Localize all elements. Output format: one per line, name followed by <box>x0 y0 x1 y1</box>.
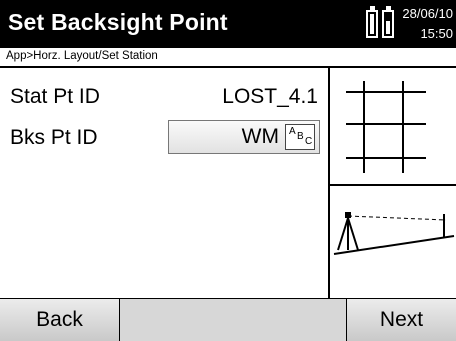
bks-pt-id-value: WM <box>241 125 279 148</box>
abc-letter-c: C <box>305 136 313 147</box>
back-button[interactable]: Back <box>0 299 120 341</box>
main-content: Stat Pt ID LOST_4.1 Bks Pt ID WM A B C <box>0 68 328 298</box>
stat-pt-id-value: LOST_4.1 <box>222 85 318 108</box>
abc-keyboard-icon[interactable]: A B C <box>285 124 315 150</box>
title-bar: Set Backsight Point 28/06/10 15:50 <box>0 0 456 48</box>
bks-pt-id-input[interactable]: WM A B C <box>168 120 320 154</box>
abc-letter-b: B <box>297 131 304 142</box>
side-panel <box>328 68 456 298</box>
battery-icon <box>382 6 394 38</box>
abc-letter-a: A <box>289 126 296 137</box>
page-title: Set Backsight Point <box>8 9 228 35</box>
tripod-backsight-icon <box>333 212 455 255</box>
stat-pt-id-label: Stat Pt ID <box>10 85 100 108</box>
breadcrumb: App>Horz. Layout/Set Station <box>0 48 456 68</box>
date-display: 28/06/10 <box>402 6 453 21</box>
bks-pt-id-label: Bks Pt ID <box>10 126 98 149</box>
next-button[interactable]: Next <box>346 299 456 341</box>
empty-softkey <box>120 299 346 341</box>
grid-icon <box>346 81 426 173</box>
battery-icon <box>366 6 378 38</box>
time-display: 15:50 <box>420 26 453 41</box>
softkey-bar: Back Next <box>0 298 456 341</box>
